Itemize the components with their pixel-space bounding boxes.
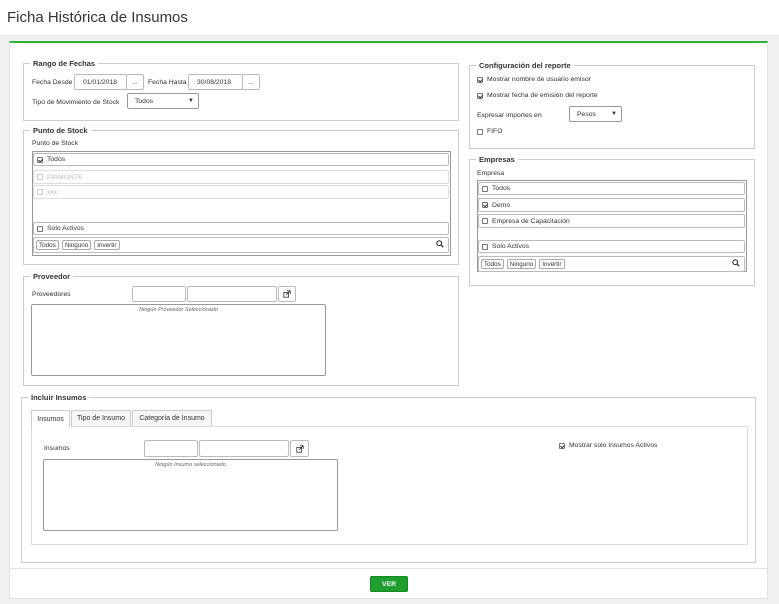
mostrar-fecha-option[interactable]: Mostrar fecha de emisión del reporte [477, 92, 598, 99]
config-legend: Configuración del reporte [479, 61, 571, 70]
importes-label: Expresar importes en [477, 112, 542, 119]
rango-fechas-fieldset: Rango de Fechas [23, 59, 459, 121]
list-item[interactable]: Todos [33, 153, 449, 166]
config-fieldset: Configuración del reporte [469, 61, 755, 149]
punto-stock-legend: Punto de Stock [33, 126, 88, 135]
insumo-code-input[interactable] [144, 440, 198, 457]
search-icon[interactable] [436, 240, 444, 250]
tab-insumos[interactable]: Insumos [31, 410, 70, 427]
checkbox-checked[interactable] [559, 442, 565, 449]
fecha-hasta-picker-button[interactable]: ... [242, 74, 260, 90]
punto-stock-sublabel: Punto de Stock [32, 140, 79, 147]
select-none-button[interactable]: Ninguno [506, 259, 537, 269]
solo-activos-toggle[interactable]: Solo Activos [33, 222, 449, 235]
external-link-icon[interactable] [290, 440, 309, 457]
insumo-name-input[interactable] [199, 440, 289, 457]
solo-activos-toggle[interactable]: Solo Activos [478, 240, 745, 253]
checkbox[interactable] [37, 189, 43, 195]
checkbox-checked[interactable] [477, 76, 483, 83]
insumos-label: Insumos [44, 445, 70, 452]
checkbox[interactable] [37, 174, 43, 180]
checkbox-checked[interactable] [477, 92, 483, 99]
importes-select[interactable]: Pesos ▼ [569, 106, 622, 122]
external-link-icon[interactable] [278, 286, 296, 302]
list-item[interactable]: Todos [478, 182, 745, 195]
page-title: Ficha Histórica de Insumos [7, 9, 188, 26]
select-all-button[interactable]: Todos [481, 259, 504, 269]
proveedor-legend: Proveedor [33, 272, 71, 281]
ver-button[interactable]: VER [370, 576, 408, 592]
checkbox[interactable] [482, 218, 488, 224]
chevron-down-icon: ▼ [188, 98, 194, 104]
checkbox[interactable] [482, 243, 488, 250]
insumos-empty-text: Ningún Insumo seleccionado [155, 462, 226, 468]
checkbox-checked[interactable] [37, 156, 43, 163]
select-all-button[interactable]: Todos [36, 240, 59, 250]
proveedor-code-input[interactable] [132, 286, 186, 302]
checkbox-checked[interactable] [482, 202, 488, 208]
list-item[interactable]: Empresa de Capacitación [478, 214, 745, 228]
mostrar-usuario-option[interactable]: Mostrar nombre de usuario emisor [477, 76, 591, 83]
tipo-movimiento-label: Tipo de Movimiento de Stock [32, 99, 120, 106]
list-item[interactable]: xxx [33, 185, 449, 199]
fecha-hasta-input[interactable]: 30/08/2018 [188, 74, 243, 90]
proveedores-selected-list[interactable]: Ningún Proveedor Seleccionado [31, 304, 326, 376]
list-item[interactable]: PIAMONTE [33, 170, 449, 184]
fecha-hasta-label: Fecha Hasta [148, 79, 187, 86]
empresas-legend: Empresas [479, 155, 515, 164]
checkbox[interactable] [477, 128, 483, 135]
invert-selection-button[interactable]: Invertir [539, 259, 565, 269]
empresa-sublabel: Empresa [477, 170, 505, 177]
tipo-movimiento-select[interactable]: Todos ▼ [127, 93, 199, 109]
proveedores-label: Proveedores [32, 291, 71, 298]
chevron-down-icon: ▼ [611, 111, 617, 117]
proveedor-name-input[interactable] [187, 286, 277, 302]
solo-insumos-activos-option[interactable]: Mostrar solo Insumos Activos [559, 442, 657, 449]
importes-value: Pesos [577, 110, 596, 118]
checkbox[interactable] [37, 225, 43, 232]
fifo-option[interactable]: FIFO [477, 128, 502, 135]
search-icon[interactable] [732, 259, 740, 269]
empresa-toolbar: Todos Ninguno Invertir [478, 256, 745, 272]
insumos-selected-list[interactable]: Ningún Insumo seleccionado [43, 459, 338, 531]
punto-stock-toolbar: Todos Ninguno Invertir [33, 237, 449, 253]
checkbox[interactable] [482, 185, 488, 192]
fecha-desde-input[interactable]: 01/01/2018 [74, 74, 127, 90]
fecha-desde-picker-button[interactable]: ... [126, 74, 144, 90]
footer-divider [10, 568, 767, 569]
tab-tipo-insumo[interactable]: Tipo de Insumo [71, 410, 131, 426]
list-item[interactable]: Demo [478, 198, 745, 212]
tab-categoria-insumo[interactable]: Categoría de Insumo [132, 410, 212, 426]
rango-fechas-legend: Rango de Fechas [33, 59, 96, 68]
proveedores-empty-text: Ningún Proveedor Seleccionado [139, 307, 218, 313]
fecha-desde-label: Fecha Desde [32, 79, 73, 86]
insumos-legend: Incluir Insumos [31, 393, 87, 402]
tipo-movimiento-value: Todos [135, 97, 154, 105]
invert-selection-button[interactable]: Invertir [94, 240, 120, 250]
select-none-button[interactable]: Ninguno [61, 240, 92, 250]
